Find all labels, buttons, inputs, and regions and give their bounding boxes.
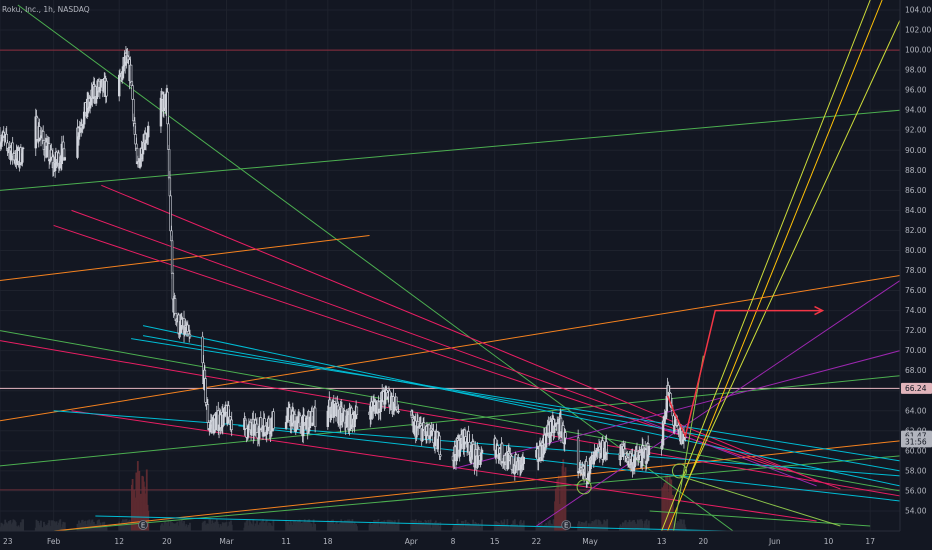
price-tick-label: 60.00: [905, 446, 927, 455]
volume-bar: [272, 520, 275, 531]
price-tick-label: 100.00: [905, 46, 931, 55]
candle-body: [522, 457, 525, 465]
price-tick-label: 72.00: [905, 326, 927, 335]
candle-body: [647, 445, 651, 456]
candle-body: [204, 378, 207, 403]
price-tick-label: 78.00: [905, 266, 927, 275]
candle-body: [129, 64, 133, 83]
time-tick-label: 15: [490, 537, 500, 546]
volume-bar: [189, 522, 191, 531]
candle-body: [421, 428, 424, 442]
candle-body: [606, 451, 609, 454]
candle-body: [105, 80, 108, 97]
time-tick-label: 23: [3, 537, 13, 546]
price-tick-label: 88.00: [905, 166, 927, 175]
earnings-event-label: E: [141, 522, 145, 530]
price-tick-label: 96.00: [905, 86, 927, 95]
candle-body: [170, 240, 174, 274]
chart-title: Roku, Inc., 1h, NASDAQ: [2, 5, 90, 14]
volume-bar: [397, 519, 400, 531]
price-axis[interactable]: 54.0056.0058.0060.0062.0064.0066.0068.00…: [899, 0, 932, 550]
time-tick-label: 22: [532, 537, 542, 546]
candle-body: [510, 456, 514, 470]
volume-bar: [355, 526, 358, 531]
candle-body: [244, 419, 248, 430]
time-axis[interactable]: 23 Feb 12 20 Mar 11 18 Apr 8 15 22 May 13 20 Jun 10 17: [0, 530, 932, 550]
chart-canvas[interactable]: EE 54.0056.0058.0060.0062.0064.0066.0068…: [0, 0, 932, 550]
volume-bar: [230, 524, 233, 531]
candle-body: [564, 432, 567, 439]
time-tick-label: 20: [162, 537, 172, 546]
price-tick-label: 94.00: [905, 106, 927, 115]
time-tick-label: Jun: [768, 537, 781, 546]
candle-body: [21, 147, 25, 150]
price-tick-label: 82.00: [905, 226, 927, 235]
candle-body: [263, 418, 266, 427]
price-tick-label: 58.00: [905, 466, 927, 475]
candle-body: [479, 459, 482, 465]
candle-body: [439, 454, 442, 457]
candle-body: [311, 422, 315, 426]
candle-body: [477, 449, 481, 457]
candle-body: [230, 419, 233, 430]
time-tick-label: Mar: [219, 537, 234, 546]
candle-body: [173, 298, 177, 314]
candle-body: [171, 273, 175, 300]
earnings-event-label: E: [564, 522, 568, 530]
price-tick-label: 64.00: [905, 406, 927, 415]
price-badge-label: 31:56: [905, 437, 927, 446]
candle-body: [169, 195, 172, 232]
volume-bar: [314, 523, 317, 531]
volume-bar: [606, 519, 609, 531]
candle-body: [138, 158, 142, 168]
price-tick-label: 98.00: [905, 66, 927, 75]
price-badge-label: 66.24: [905, 384, 927, 393]
candle-body: [355, 406, 359, 415]
price-tick-label: 56.00: [905, 486, 927, 495]
candle-body: [272, 411, 275, 429]
price-tick-label: 104.00: [905, 6, 931, 15]
price-tick-label: 102.00: [905, 26, 931, 35]
candle-body: [159, 97, 163, 127]
candle-body: [206, 404, 210, 423]
candle-body: [623, 448, 627, 455]
candle-body: [188, 334, 192, 338]
price-tick-label: 80.00: [905, 246, 927, 255]
price-tick-label: 84.00: [905, 206, 927, 215]
volume-bar: [439, 522, 442, 531]
time-tick-label: Feb: [47, 537, 61, 546]
candle-body: [645, 460, 648, 464]
price-tick-label: 92.00: [905, 126, 927, 135]
candle-body: [480, 449, 484, 454]
time-tick-label: 10: [824, 537, 834, 546]
price-tick-label: 74.00: [905, 306, 927, 315]
candle-body: [585, 461, 588, 481]
price-tick-label: 70.00: [905, 346, 927, 355]
candle-body: [397, 410, 400, 413]
time-tick-label: 12: [114, 537, 124, 546]
time-tick-label: 8: [451, 537, 456, 546]
candle-body: [63, 157, 67, 161]
price-tick-label: 68.00: [905, 366, 927, 375]
volume-bar: [22, 519, 24, 531]
time-tick-label: May: [582, 537, 598, 546]
time-axis-background: [0, 531, 932, 550]
time-tick-label: 18: [323, 537, 333, 546]
price-tick-label: 54.00: [905, 506, 927, 515]
time-tick-label: 17: [865, 537, 875, 546]
candle-body: [576, 437, 580, 474]
price-tick-label: 86.00: [905, 186, 927, 195]
candle-body: [345, 415, 348, 428]
candle-body: [313, 407, 317, 427]
candle-body: [131, 85, 134, 100]
price-tick-label: 76.00: [905, 286, 927, 295]
time-tick-label: 13: [657, 537, 667, 546]
candle-body: [147, 125, 150, 138]
time-tick-label: Apr: [405, 537, 419, 546]
time-tick-label: 20: [699, 537, 709, 546]
price-tick-label: 90.00: [905, 146, 927, 155]
time-tick-label: 11: [281, 537, 291, 546]
